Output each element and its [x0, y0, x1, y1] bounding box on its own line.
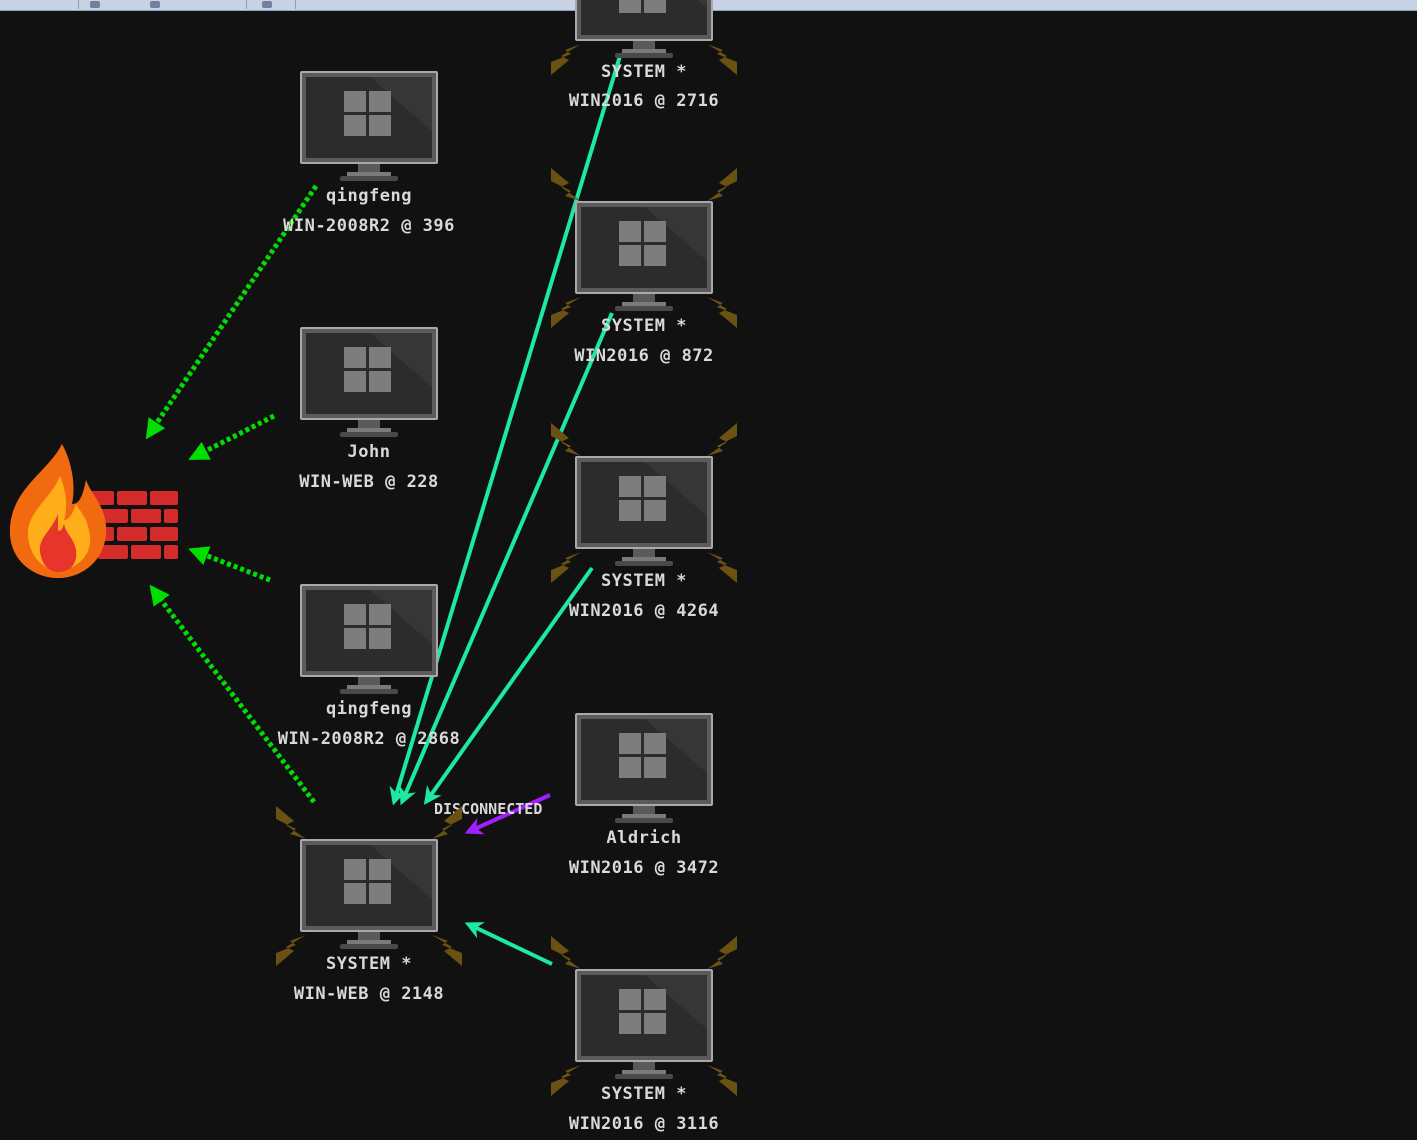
node-host: WIN2016 @ 3116	[569, 1114, 719, 1134]
pivot-link-john-228[interactable]	[188, 413, 276, 461]
windows-monitor-icon	[300, 584, 438, 694]
windows-monitor-icon	[575, 456, 713, 566]
session-link-3116[interactable]	[464, 922, 553, 966]
windows-monitor-icon	[300, 71, 438, 181]
pivot-link-qingfeng-2868[interactable]	[188, 546, 271, 583]
node-host: WIN-WEB @ 228	[299, 472, 439, 492]
node-host: WIN2016 @ 3472	[569, 858, 719, 878]
beacon-node-aldrich-3472[interactable]: Aldrich WIN2016 @ 3472	[569, 713, 719, 878]
beacon-node-system-2148[interactable]: SYSTEM * WIN-WEB @ 2148	[276, 806, 462, 1004]
beacon-node-qingfeng-2868[interactable]: qingfeng WIN-2008R2 @ 2868	[278, 584, 461, 749]
node-host: WIN-2008R2 @ 2868	[278, 729, 461, 749]
disconnected-label: DISCONNECTED	[434, 800, 542, 818]
node-host: WIN2016 @ 4264	[569, 601, 719, 621]
beacon-node-john-228[interactable]: John WIN-WEB @ 228	[299, 327, 439, 492]
windows-monitor-icon	[575, 201, 713, 311]
firewall-fire-icon[interactable]	[9, 444, 178, 578]
pivot-graph: DISCONNECTED SYSTEM * WIN2016 @ 2716 qin…	[9, 0, 737, 1134]
beacon-node-system-3116[interactable]: SYSTEM * WIN2016 @ 3116	[551, 936, 737, 1134]
node-host: WIN2016 @ 872	[574, 346, 714, 366]
windows-monitor-icon	[575, 0, 713, 58]
beacon-node-system-2716[interactable]: SYSTEM * WIN2016 @ 2716	[551, 0, 737, 111]
node-user: Aldrich	[606, 828, 681, 848]
node-user: SYSTEM *	[601, 316, 687, 336]
windows-monitor-icon	[575, 969, 713, 1079]
node-host: WIN-WEB @ 2148	[294, 984, 444, 1004]
beacon-node-system-4264[interactable]: SYSTEM * WIN2016 @ 4264	[551, 423, 737, 621]
node-user: qingfeng	[326, 186, 412, 206]
node-host: WIN2016 @ 2716	[569, 91, 719, 111]
windows-monitor-icon	[575, 713, 713, 823]
node-user: SYSTEM *	[601, 571, 687, 591]
node-user: John	[348, 442, 391, 462]
pivot-link-system-2148[interactable]	[149, 584, 316, 804]
node-user: SYSTEM *	[601, 62, 687, 82]
node-user: SYSTEM *	[601, 1084, 687, 1104]
node-user: qingfeng	[326, 699, 412, 719]
node-user: SYSTEM *	[326, 954, 412, 974]
node-host: WIN-2008R2 @ 396	[283, 216, 455, 236]
windows-monitor-icon	[300, 839, 438, 949]
beacon-node-qingfeng-396[interactable]: qingfeng WIN-2008R2 @ 396	[283, 71, 455, 236]
windows-monitor-icon	[300, 327, 438, 437]
